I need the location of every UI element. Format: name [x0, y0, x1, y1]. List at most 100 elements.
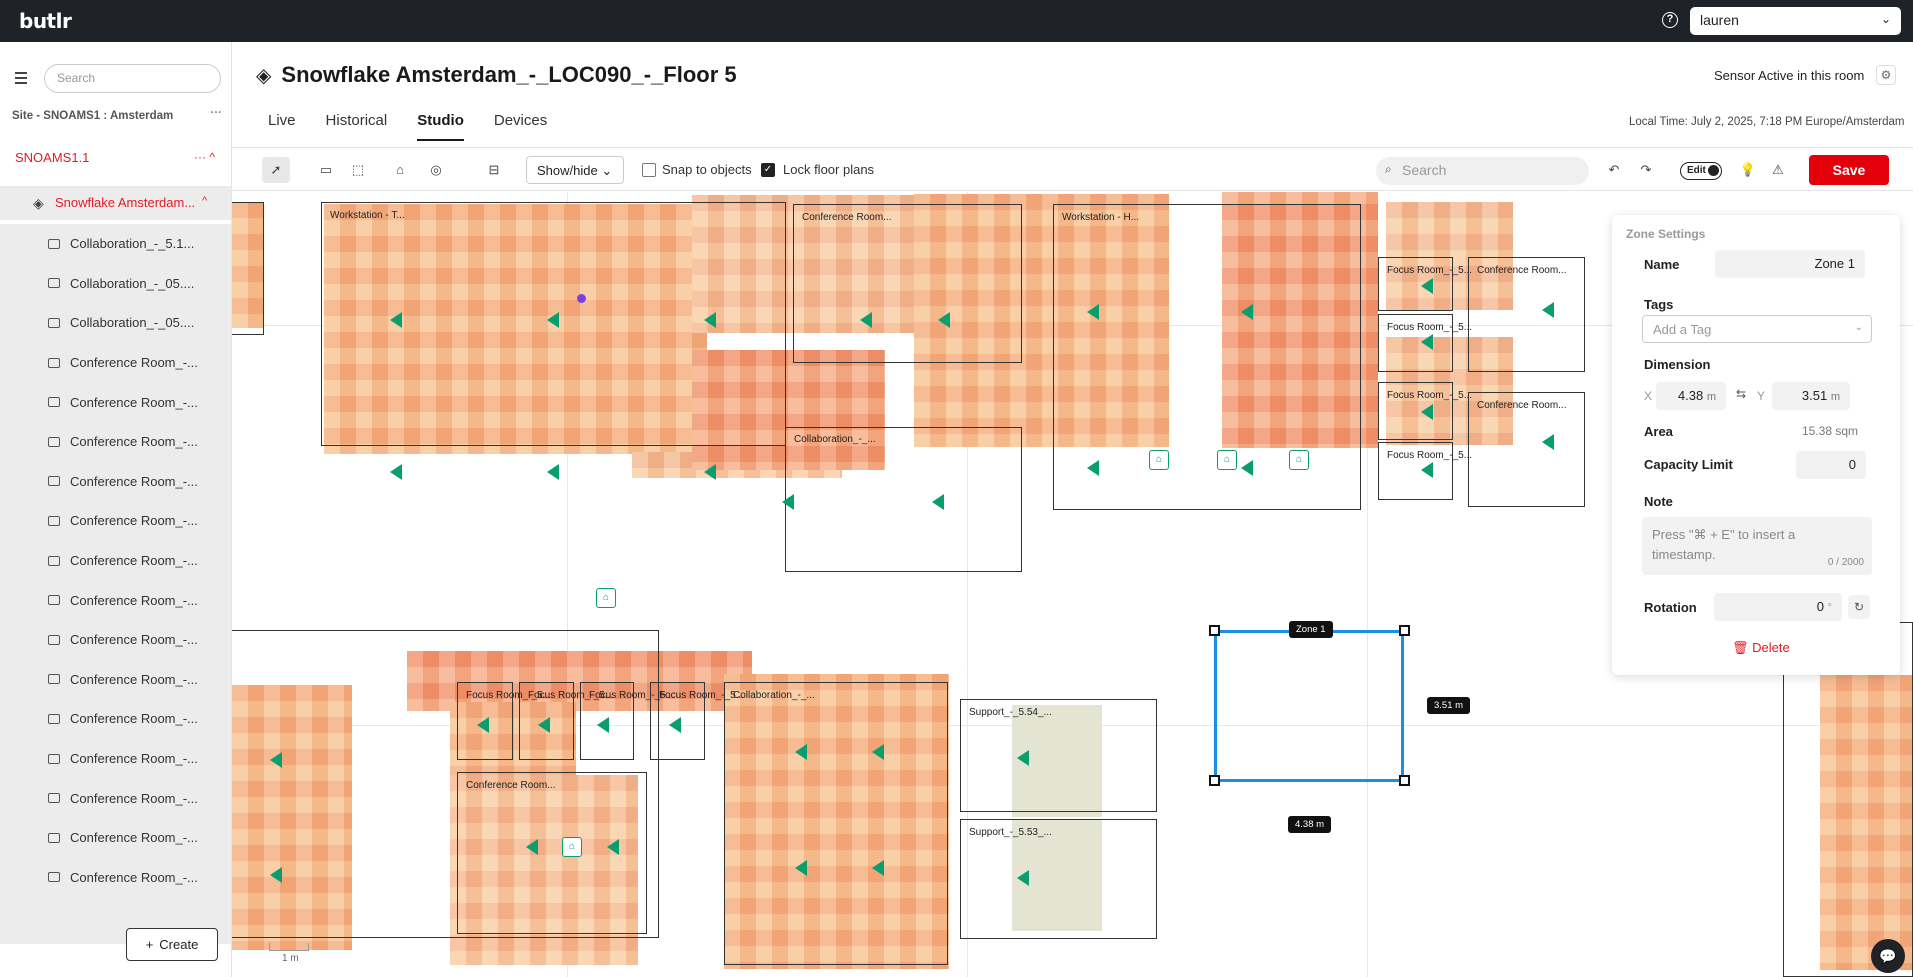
zone-outline[interactable] — [1783, 622, 1913, 977]
sensor-icon[interactable] — [547, 464, 559, 480]
sensor-icon[interactable] — [1421, 404, 1433, 420]
rectangle-tool-icon[interactable]: ▭ — [312, 157, 340, 183]
zone-focus-room[interactable]: Focus Room_-_5... — [1378, 314, 1472, 372]
layout-tool-icon[interactable]: ⊟ — [480, 157, 508, 183]
marquee-tool-icon[interactable]: ⬚ — [344, 157, 372, 183]
zone-workstation[interactable]: Workstation - H... — [1053, 204, 1361, 510]
edit-toggle[interactable]: Edit — [1680, 162, 1722, 180]
show-hide-dropdown[interactable]: Show/hide ⌄ — [526, 156, 624, 184]
zone-collaboration[interactable]: Collaboration_-_... — [724, 682, 948, 965]
lightbulb-icon[interactable]: 💡 — [1734, 157, 1762, 183]
sensor-icon[interactable] — [1421, 462, 1433, 478]
sidebar-room-item[interactable]: Conference Room_-... — [0, 858, 231, 898]
sidebar-room-item[interactable]: Conference Room_-... — [0, 739, 231, 779]
zone-conference-room[interactable]: Conference Room... — [793, 204, 1022, 363]
sensor-icon[interactable] — [1017, 750, 1029, 766]
zone-focus-room[interactable]: Focus Room_-_5... — [1378, 382, 1472, 440]
seat-icon[interactable]: ⌂ — [1217, 450, 1237, 470]
sensor-icon[interactable] — [1087, 304, 1099, 320]
sensor-icon[interactable] — [607, 839, 619, 855]
seat-icon[interactable]: ⌂ — [596, 588, 616, 608]
sensor-icon[interactable] — [477, 717, 489, 733]
sensor-icon[interactable] — [390, 464, 402, 480]
x-dimension-field[interactable]: 4.38 m — [1656, 382, 1726, 410]
zone-support[interactable]: Support_-_5.53_... — [960, 819, 1157, 939]
sensor-icon[interactable] — [795, 860, 807, 876]
sensor-icon[interactable] — [597, 717, 609, 733]
sidebar-room-item[interactable]: Conference Room_-... — [0, 422, 231, 462]
sidebar-room-item[interactable]: Conference Room_-... — [0, 541, 231, 581]
sensor-icon[interactable] — [1017, 870, 1029, 886]
save-button[interactable]: Save — [1809, 155, 1889, 185]
swap-icon[interactable]: ⇆ — [1736, 387, 1746, 401]
sidebar-room-item[interactable]: Conference Room_-... — [0, 580, 231, 620]
tree-item-controls[interactable]: ··· ^ — [194, 150, 215, 164]
sidebar-room-item[interactable]: Conference Room_-... — [0, 501, 231, 541]
resize-handle[interactable] — [1399, 775, 1410, 786]
sensor-icon[interactable] — [1542, 434, 1554, 450]
map-search-input[interactable]: ⌕ Search — [1376, 157, 1589, 185]
sidebar-room-item[interactable]: Conference Room_-... — [0, 699, 231, 739]
sensor-icon[interactable] — [1421, 278, 1433, 294]
capacity-field[interactable]: 0 — [1796, 451, 1866, 479]
sidebar-room-item[interactable]: Collaboration_-_05.... — [0, 264, 231, 304]
help-icon[interactable]: ? — [1662, 12, 1678, 28]
sensor-icon[interactable] — [1542, 302, 1554, 318]
tree-item-floor[interactable]: ◈ Snowflake Amsterdam... ^ — [0, 186, 231, 220]
resize-handle[interactable] — [1209, 625, 1220, 636]
seat-icon[interactable]: ⌂ — [1149, 450, 1169, 470]
delete-zone-button[interactable]: 🗑 Delete — [1732, 640, 1790, 656]
resize-handle[interactable] — [1209, 775, 1220, 786]
select-tool-icon[interactable]: ➚ — [262, 157, 290, 183]
zone-support[interactable]: Support_-_5.54_... — [960, 699, 1157, 812]
zone-conference-room[interactable]: Conference Room... — [1468, 392, 1585, 507]
sensor-icon[interactable] — [938, 312, 950, 328]
sensor-icon[interactable] — [526, 839, 538, 855]
tags-select[interactable]: Add a Tag ⌄ — [1642, 315, 1872, 343]
sidebar-room-item[interactable]: Conference Room_-... — [0, 462, 231, 502]
sensor-icon[interactable] — [270, 867, 282, 883]
snap-checkbox[interactable] — [642, 163, 656, 177]
sensor-icon[interactable] — [872, 744, 884, 760]
zone-outline[interactable] — [232, 202, 264, 335]
seat-tool-icon[interactable]: ⌂ — [386, 157, 414, 183]
chevron-up-icon[interactable]: ^ — [202, 195, 207, 207]
tab-studio[interactable]: Studio — [417, 112, 464, 141]
reset-rotation-icon[interactable]: ↻ — [1848, 595, 1870, 619]
sensor-icon[interactable] — [1241, 460, 1253, 476]
y-dimension-field[interactable]: 3.51 m — [1772, 382, 1850, 410]
resize-handle[interactable] — [1399, 625, 1410, 636]
sensor-tool-icon[interactable]: ◎ — [422, 157, 450, 183]
sensor-icon[interactable] — [390, 312, 402, 328]
sensor-icon[interactable] — [932, 494, 944, 510]
sensor-icon[interactable] — [704, 312, 716, 328]
warning-icon[interactable]: ⚠ — [1764, 157, 1792, 183]
sidebar-room-item[interactable]: Conference Room_-... — [0, 818, 231, 858]
zone-collaboration[interactable]: Collaboration_-_... — [785, 427, 1022, 572]
sidebar-search-input[interactable]: Search — [44, 64, 221, 93]
sensor-icon[interactable] — [669, 717, 681, 733]
tab-historical[interactable]: Historical — [326, 112, 388, 141]
sensor-icon[interactable] — [1087, 460, 1099, 476]
zone-focus-room[interactable]: Focus Room_-_5... — [1378, 442, 1472, 500]
sidebar-room-item[interactable]: Conference Room_-... — [0, 620, 231, 660]
sensor-icon[interactable] — [860, 312, 872, 328]
zone-focus-room[interactable]: Focus Room_-_5... — [1378, 257, 1472, 311]
tab-live[interactable]: Live — [268, 112, 296, 141]
sensor-icon[interactable] — [795, 744, 807, 760]
tree-item-building[interactable]: SNOAMS1.1 ··· ^ — [15, 150, 215, 165]
sidebar-room-item[interactable]: Conference Room_-... — [0, 382, 231, 422]
rotation-field[interactable]: 0 ° — [1714, 593, 1842, 621]
sensor-icon[interactable] — [538, 717, 550, 733]
seat-icon[interactable]: ⌂ — [562, 837, 582, 857]
sensor-icon[interactable] — [1421, 334, 1433, 350]
name-field[interactable]: Zone 1 — [1715, 250, 1865, 278]
sidebar-room-item[interactable]: Conference Room_-... — [0, 343, 231, 383]
sidebar-room-item[interactable]: Collaboration_-_05.... — [0, 303, 231, 343]
sidebar-room-item[interactable]: Collaboration_-_5.1... — [0, 224, 231, 264]
lock-checkbox[interactable]: ✓ — [761, 163, 775, 177]
sidebar-room-item[interactable]: Conference Room_-... — [0, 660, 231, 700]
sensor-icon[interactable] — [270, 752, 282, 768]
butlr-logo[interactable]: butlr — [19, 9, 72, 33]
undo-icon[interactable]: ↶ — [1600, 157, 1628, 183]
